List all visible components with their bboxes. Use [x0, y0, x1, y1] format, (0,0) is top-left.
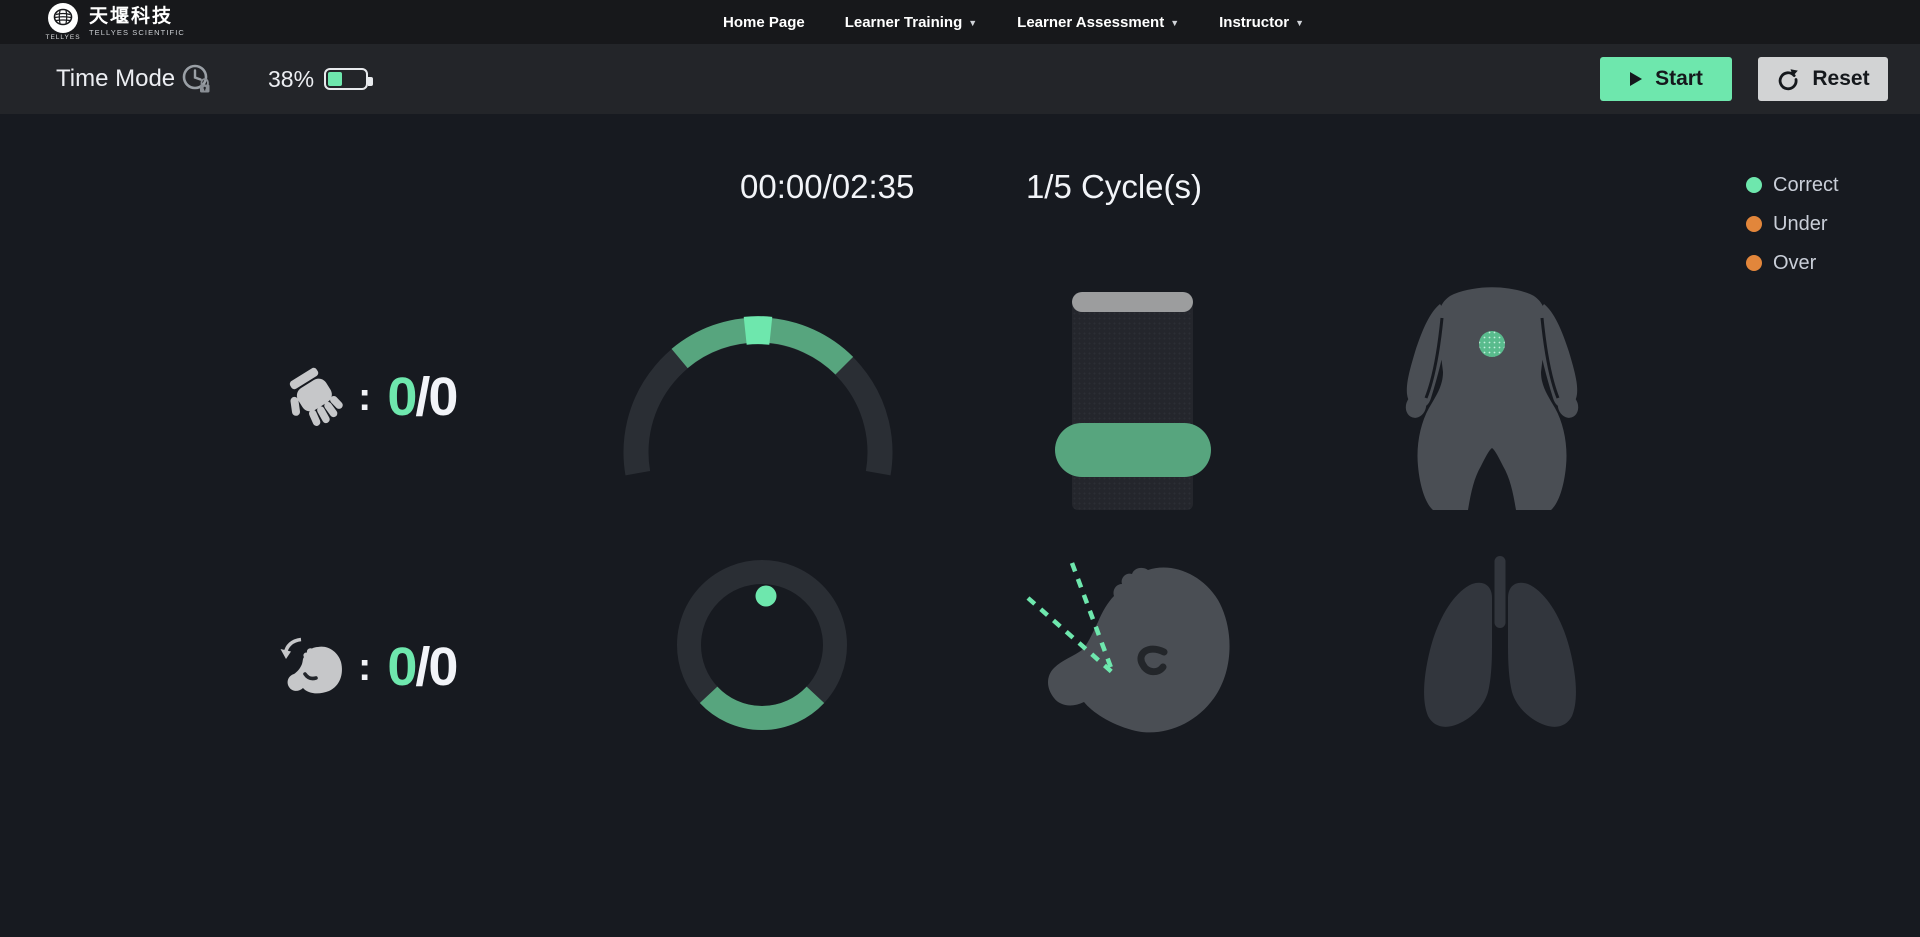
legend-item-over: Over	[1746, 248, 1839, 278]
legend-dot-correct	[1746, 177, 1762, 193]
legend-label: Over	[1773, 252, 1816, 275]
brand-logo[interactable]: TELLYES 天堰科技 TELLYES SCIENTIFIC	[46, 3, 185, 41]
compression-depth-bar	[1050, 288, 1216, 520]
top-navbar: TELLYES 天堰科技 TELLYES SCIENTIFIC Home Pag…	[0, 0, 1920, 44]
brand-mark-label: TELLYES	[45, 34, 80, 41]
brand-mark: TELLYES	[46, 3, 80, 41]
ventilation-counter: : 0 / 0	[278, 630, 456, 704]
reset-button[interactable]: Reset	[1758, 57, 1888, 101]
toolbar-actions: Start Reset	[1600, 57, 1888, 101]
rate-marker	[745, 330, 771, 331]
nav-item-learner-training[interactable]: Learner Training ▼	[845, 14, 977, 31]
battery-icon	[324, 68, 368, 90]
play-icon	[1629, 71, 1643, 87]
caret-down-icon: ▼	[1170, 18, 1179, 28]
compression-rate-arc-gauge	[618, 312, 900, 484]
time-mode-control[interactable]: Time Mode	[56, 44, 215, 114]
compressions-completed: 0	[387, 360, 415, 434]
brand-name-cn: 天堰科技	[89, 6, 185, 27]
app-root: TELLYES 天堰科技 TELLYES SCIENTIFIC Home Pag…	[0, 0, 1920, 937]
legend-dot-under	[1746, 216, 1762, 232]
legend-item-under: Under	[1746, 209, 1839, 239]
reset-button-label: Reset	[1812, 67, 1869, 91]
brand-text: 天堰科技 TELLYES SCIENTIFIC	[89, 3, 185, 37]
nav-menu: Home Page Learner Training ▼ Learner Ass…	[723, 0, 1304, 44]
start-button-label: Start	[1655, 67, 1703, 91]
ventilation-ring-gauge	[672, 555, 852, 735]
cycle-counter: 1/5 Cycle(s)	[1026, 168, 1202, 206]
legend-label: Under	[1773, 213, 1827, 236]
legend-dot-over	[1746, 255, 1762, 271]
counter-separator: /	[415, 630, 428, 704]
nav-item-label: Learner Training	[845, 14, 963, 31]
ventilation-marker-dot	[756, 586, 777, 607]
legend: Correct Under Over	[1746, 170, 1839, 278]
nav-item-label: Learner Assessment	[1017, 14, 1164, 31]
chest-compression-point	[1479, 331, 1505, 357]
clock-lock-icon	[179, 61, 215, 97]
start-button[interactable]: Start	[1600, 57, 1732, 101]
compression-counter: : 0 / 0	[282, 360, 456, 434]
depth-bar-handle	[1072, 292, 1193, 312]
ventilations-completed: 0	[387, 630, 415, 704]
tellyes-logo-icon	[48, 3, 78, 33]
counter-colon: :	[358, 375, 371, 420]
depth-bar-track	[1072, 301, 1193, 510]
nav-item-label: Home Page	[723, 14, 805, 31]
nav-item-learner-assessment[interactable]: Learner Assessment ▼	[1017, 14, 1179, 31]
nav-item-label: Instructor	[1219, 14, 1289, 31]
legend-item-correct: Correct	[1746, 170, 1839, 200]
head-tilt-silhouette	[1022, 552, 1237, 752]
nav-item-home-page[interactable]: Home Page	[723, 14, 805, 31]
head-tilt-icon	[278, 634, 348, 700]
battery-indicator: 38%	[268, 44, 368, 114]
session-status: 00:00/02:35 1/5 Cycle(s)	[740, 168, 1202, 206]
session-timer: 00:00/02:35	[740, 168, 914, 206]
lungs-silhouette	[1408, 554, 1592, 738]
manikin-body-silhouette	[1392, 280, 1592, 512]
cpr-dashboard: 00:00/02:35 1/5 Cycle(s) Correct Under O…	[0, 114, 1920, 937]
battery-percent-label: 38%	[268, 66, 314, 93]
nav-item-instructor[interactable]: Instructor ▼	[1219, 14, 1304, 31]
time-mode-label: Time Mode	[56, 65, 175, 93]
caret-down-icon: ▼	[1295, 18, 1304, 28]
toolbar: Time Mode 38% Start	[0, 44, 1920, 114]
compressions-total: 0	[428, 360, 456, 434]
compression-hand-icon	[282, 364, 348, 430]
reset-icon	[1776, 67, 1800, 91]
depth-target-zone	[1055, 423, 1211, 477]
brand-name-en: TELLYES SCIENTIFIC	[89, 28, 185, 37]
battery-fill	[328, 72, 342, 86]
battery-nub	[368, 77, 373, 86]
counter-separator: /	[415, 360, 428, 434]
caret-down-icon: ▼	[968, 18, 977, 28]
legend-label: Correct	[1773, 174, 1839, 197]
ventilations-total: 0	[428, 630, 456, 704]
counter-colon: :	[358, 645, 371, 690]
